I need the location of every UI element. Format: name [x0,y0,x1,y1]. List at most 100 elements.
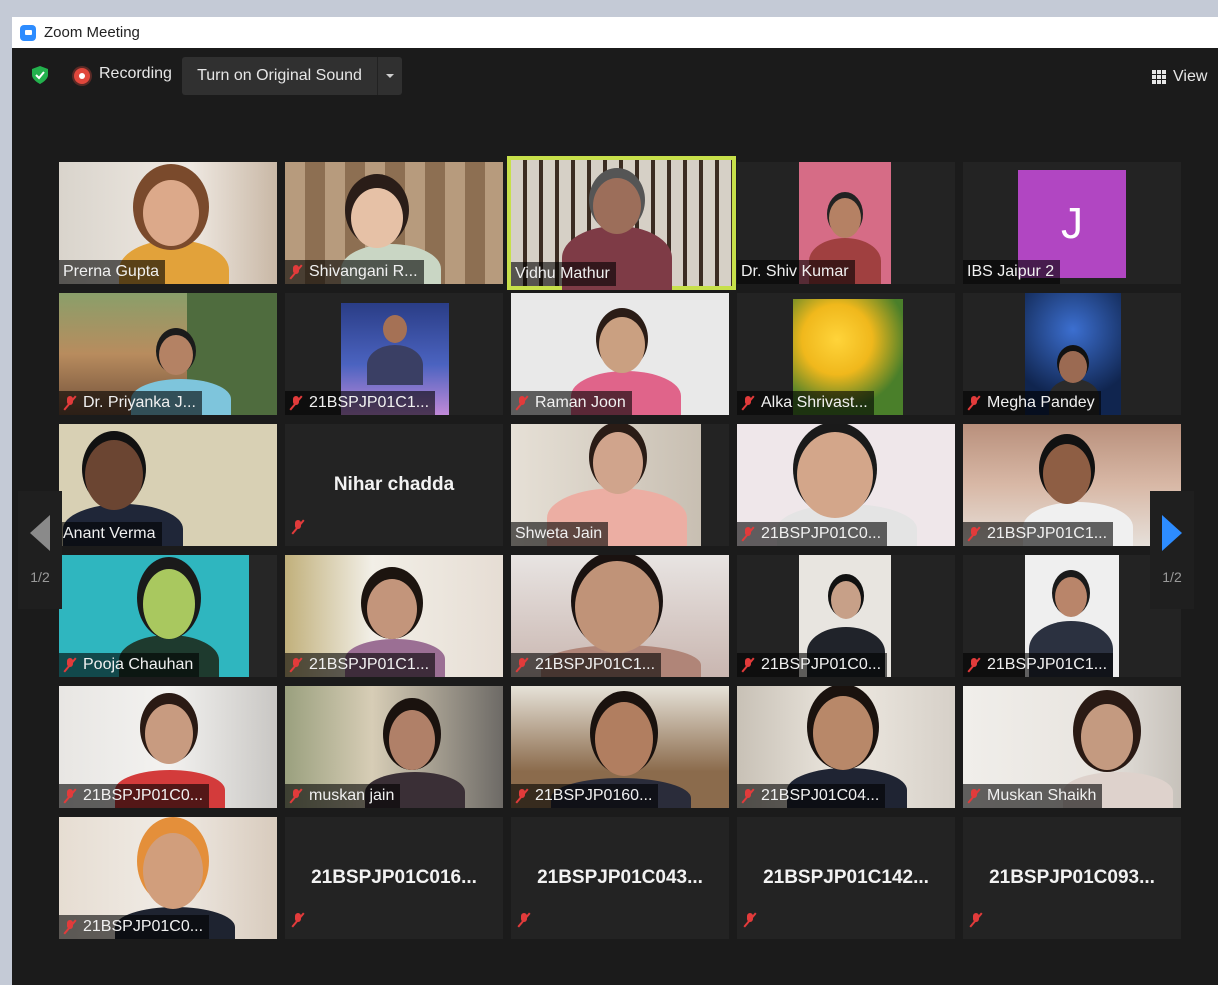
participant-name-tag: 21BSPJP01C1... [963,653,1114,677]
video-tile[interactable]: 21BSPJP01C0... [59,686,277,808]
video-tile-no-video[interactable]: 21BSPJP01C093... [963,817,1181,939]
video-tile[interactable]: 21BSPJP01C1... [963,555,1181,677]
muted-mic-icon [741,657,755,673]
video-tile-no-video[interactable]: 21BSPJP01C043... [511,817,729,939]
participant-display-name: 21BSPJP01C016... [311,867,477,888]
video-tile[interactable]: Prerna Gupta [59,162,277,284]
video-tile-no-video[interactable]: 21BSPJP01C142... [737,817,955,939]
participant-name-tag: 21BSPJP01C0... [737,653,888,677]
meeting-toolbar: Recording Turn on Original Sound View [12,48,1218,106]
participant-name-tag: Prerna Gupta [59,260,166,284]
participant-name-tag: 21BSPJP01C0... [737,522,888,546]
video-tile[interactable]: Muskan Shaikh [963,686,1181,808]
security-shield-icon[interactable] [32,66,48,84]
gallery-grid-icon [1152,70,1166,84]
participant-display-name: 21BSPJP01C093... [989,867,1155,888]
previous-page-button[interactable]: 1/2 [18,491,62,609]
muted-mic-icon [291,912,311,933]
video-tile-no-video[interactable]: 21BSPJP01C016... [285,817,503,939]
participant-name-tag: 21BSPJP01C1... [285,653,436,677]
participant-name-tag: Muskan Shaikh [963,784,1103,808]
video-tile[interactable]: Anant Verma [59,424,277,546]
participant-name-tag: 21BSPJ01C04... [737,784,886,808]
video-tile[interactable]: 21BSPJ01C04... [737,686,955,808]
muted-mic-icon [515,395,529,411]
muted-mic-icon [969,912,989,933]
muted-mic-icon [515,657,529,673]
muted-mic-icon [741,395,755,411]
original-sound-dropdown[interactable] [377,57,402,95]
page-indicator-right: 1/2 [1162,569,1182,585]
participant-name-tag: Alka Shrivast... [737,391,874,415]
muted-mic-icon [289,264,303,280]
participant-name-tag: Pooja Chauhan [59,653,200,677]
title-bar: Zoom Meeting [12,17,1218,48]
video-tile-no-video[interactable]: Nihar chadda [285,424,503,546]
arrow-right-icon [1162,515,1182,551]
participant-name-tag: 21BSPJP01C1... [963,522,1114,546]
video-tile[interactable]: 21BSPJP01C0... [737,555,955,677]
video-tile[interactable]: 21BSPJP01C1... [963,424,1181,546]
muted-mic-icon [289,657,303,673]
participant-name-tag: 21BSPJP01C1... [511,653,662,677]
muted-mic-icon [289,788,303,804]
video-tile[interactable]: Dr. Shiv Kumar [737,162,955,284]
muted-mic-icon [517,912,537,933]
arrow-left-icon [30,515,50,551]
participant-name-tag: Anant Verma [59,522,162,546]
muted-mic-icon [63,919,77,935]
participant-name-tag: 21BSPJP01C0... [59,915,210,939]
participant-name-tag: Vidhu Mathur [511,262,616,286]
video-tile[interactable]: 21BSPJP01C0... [737,424,955,546]
participant-name-tag: Shivangani R... [285,260,424,284]
video-tile[interactable]: 21BSPJP01C1... [285,555,503,677]
window-title: Zoom Meeting [44,24,140,41]
participant-name-tag: IBS Jaipur 2 [963,260,1061,284]
video-tile[interactable]: Raman Joon [511,293,729,415]
chevron-down-icon [386,74,394,78]
muted-mic-icon [291,519,311,540]
muted-mic-icon [63,395,77,411]
video-tile[interactable]: J IBS Jaipur 2 [963,162,1181,284]
video-tile[interactable]: Alka Shrivast... [737,293,955,415]
muted-mic-icon [63,788,77,804]
video-tile[interactable]: Shivangani R... [285,162,503,284]
view-button[interactable]: View [1152,63,1216,91]
participant-name-tag: Shweta Jain [511,522,609,546]
participant-name-tag: Dr. Shiv Kumar [737,260,855,284]
muted-mic-icon [63,657,77,673]
video-tile[interactable]: 21BSPJP0160... [511,686,729,808]
participant-name-tag: 21BSPJP01C0... [59,784,210,808]
muted-mic-icon [741,788,755,804]
video-tile[interactable]: 21BSPJP01C1... [285,293,503,415]
recording-label[interactable]: Recording [99,65,172,83]
muted-mic-icon [743,912,763,933]
video-tile[interactable]: muskan jain [285,686,503,808]
muted-mic-icon [967,788,981,804]
muted-mic-icon [967,395,981,411]
recording-icon[interactable] [74,68,90,84]
muted-mic-icon [741,526,755,542]
next-page-button[interactable]: 1/2 [1150,491,1194,609]
participant-display-name: 21BSPJP01C142... [763,867,929,888]
participant-display-name: 21BSPJP01C043... [537,867,703,888]
participant-name-tag: 21BSPJP01C1... [285,391,436,415]
video-tile-active-speaker[interactable]: Vidhu Mathur [507,156,736,290]
zoom-app-icon [20,24,36,41]
video-tile[interactable]: 21BSPJP01C1... [511,555,729,677]
video-tile[interactable]: Megha Pandey [963,293,1181,415]
participant-name-tag: Raman Joon [511,391,632,415]
video-tile[interactable]: 21BSPJP01C0... [59,817,277,939]
video-tile[interactable]: Pooja Chauhan [59,555,277,677]
video-tile[interactable]: Shweta Jain [511,424,729,546]
participant-name-tag: Dr. Priyanka J... [59,391,202,415]
muted-mic-icon [289,395,303,411]
muted-mic-icon [967,657,981,673]
view-label: View [1173,68,1208,85]
video-tile[interactable]: Dr. Priyanka J... [59,293,277,415]
page-indicator-left: 1/2 [30,569,50,585]
participant-name-tag: Megha Pandey [963,391,1101,415]
original-sound-button[interactable]: Turn on Original Sound [182,57,377,95]
participant-name-tag: 21BSPJP0160... [511,784,659,808]
muted-mic-icon [967,526,981,542]
